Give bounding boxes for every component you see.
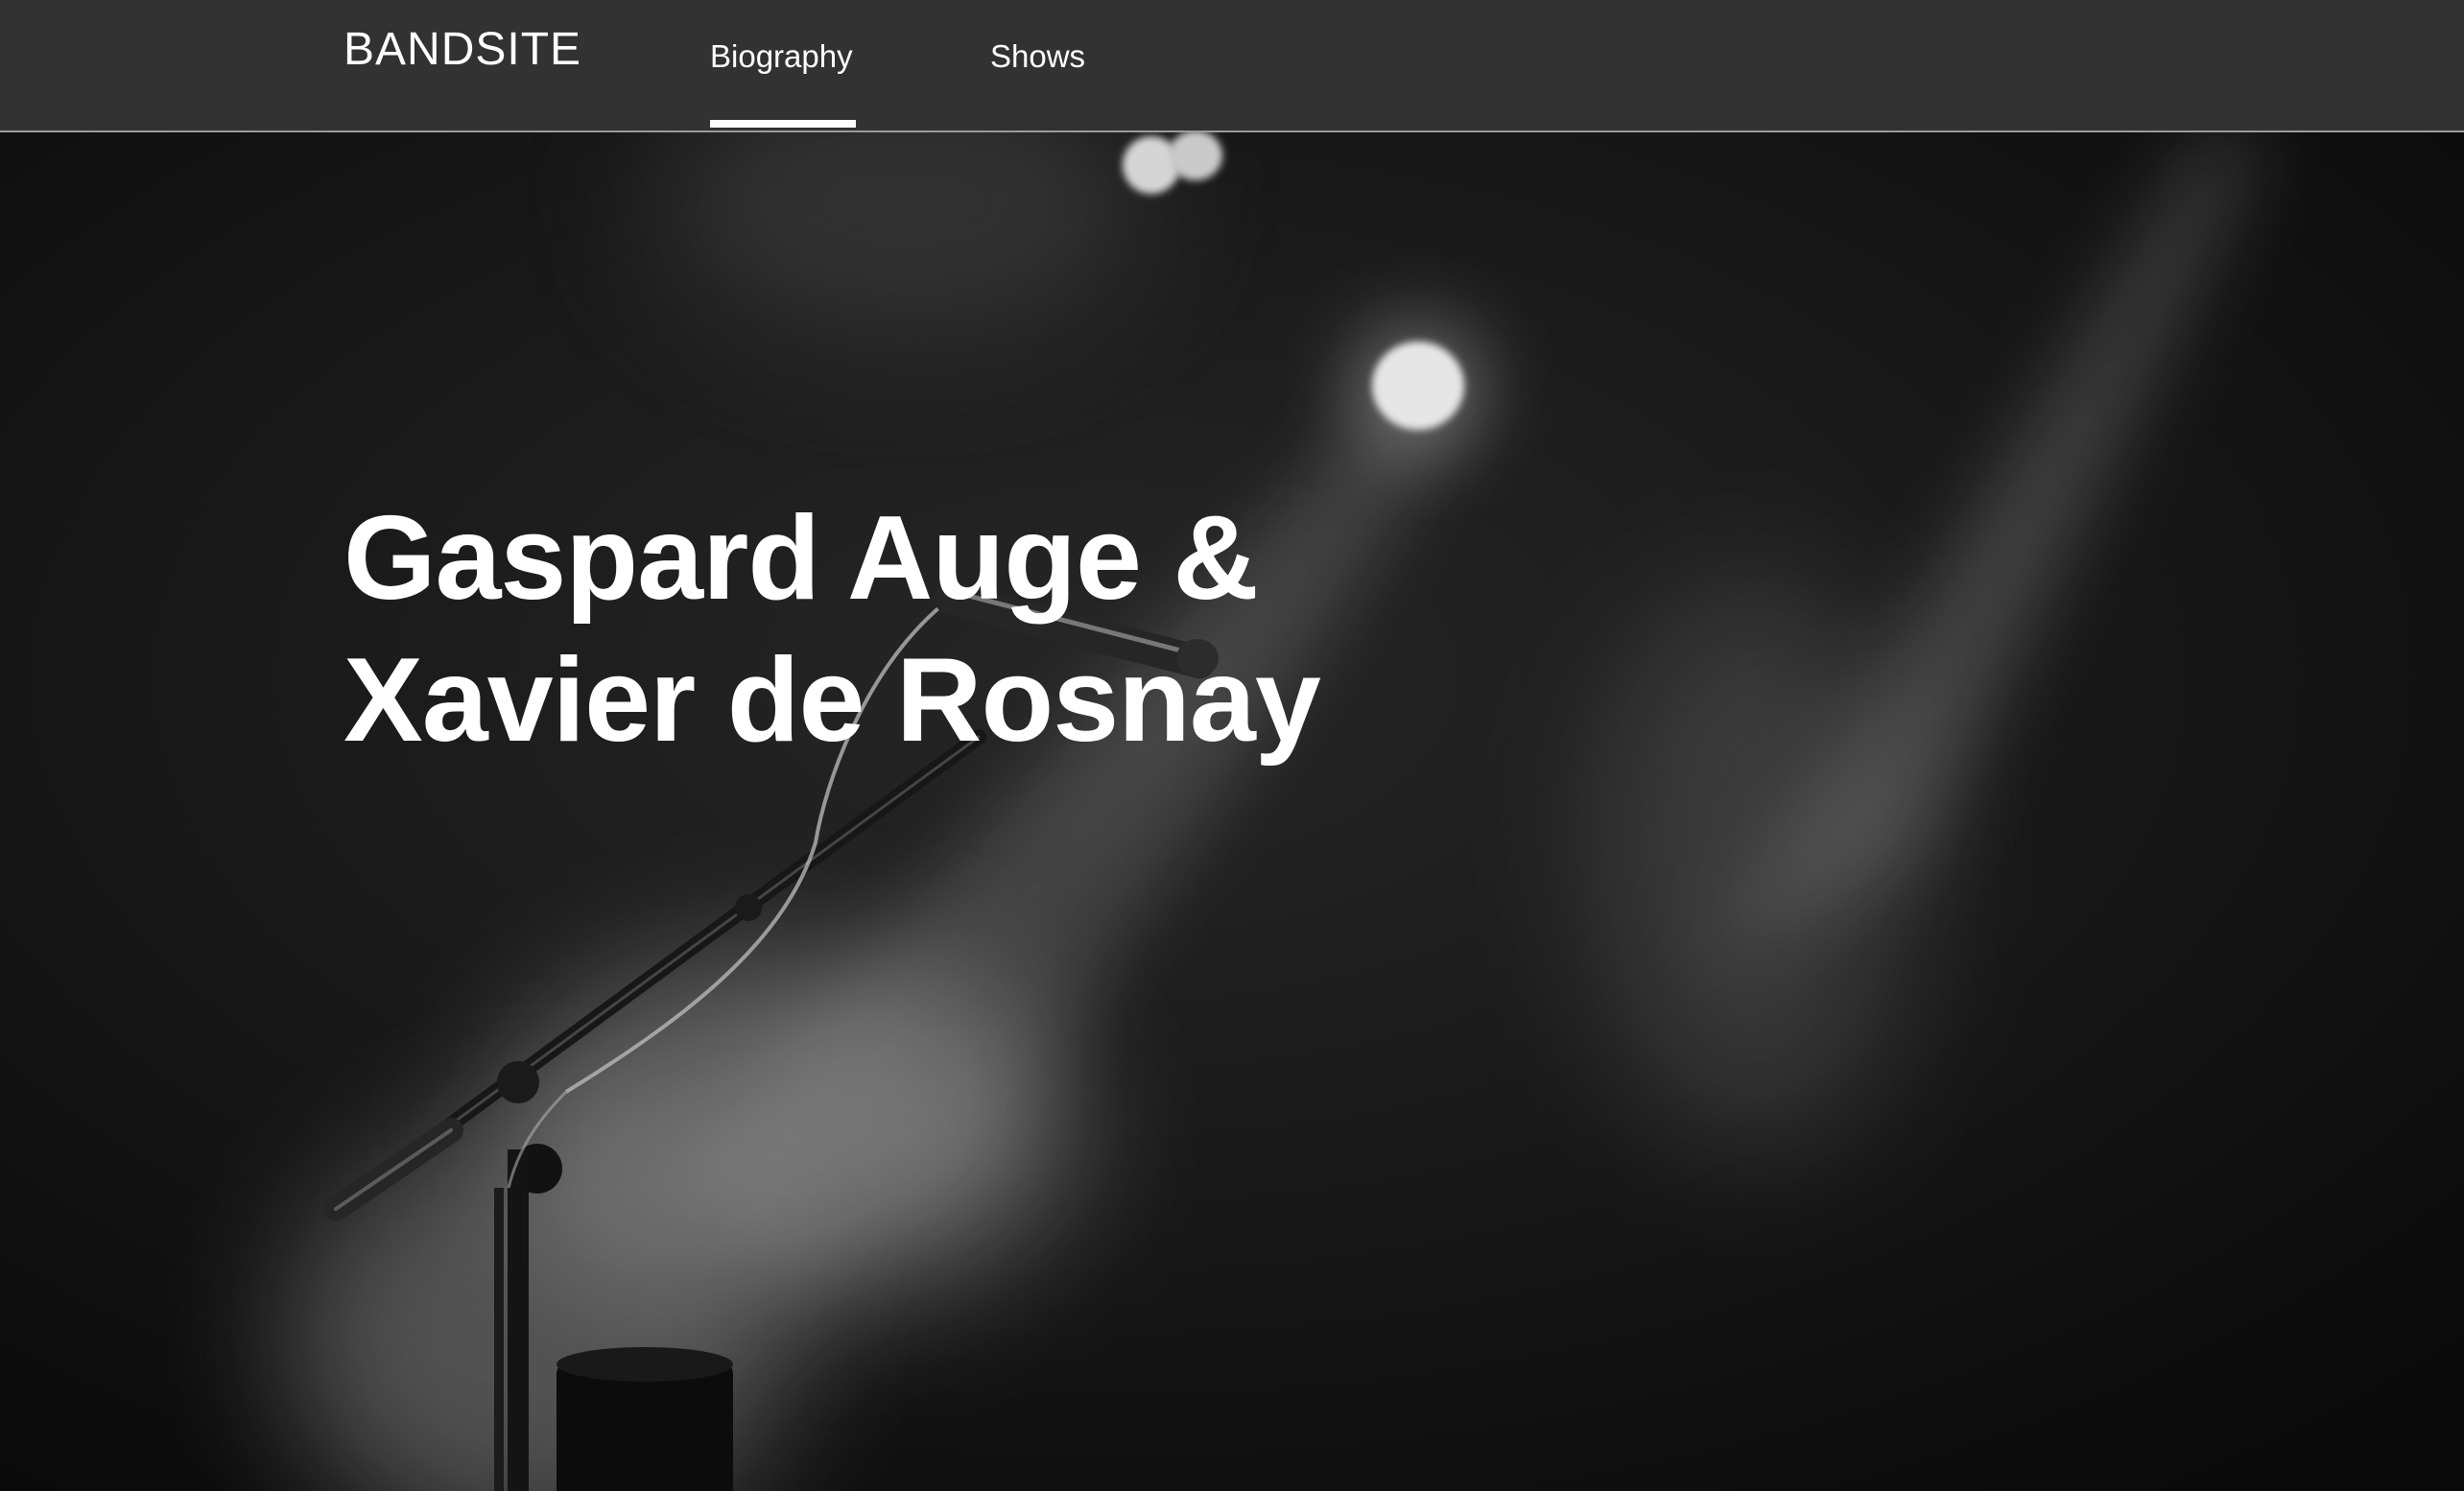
hero-overlay	[0, 132, 2464, 1491]
hero-title-line-2: Xavier de Rosnay	[344, 634, 1321, 767]
hero-background-image	[0, 132, 2464, 1491]
hero-section: Gaspard Auge & Xavier de Rosnay	[0, 132, 2464, 1491]
hero-title-line-1: Gaspard Auge &	[344, 492, 1259, 625]
site-logo[interactable]: BANDSITE	[344, 21, 581, 79]
nav-link-biography[interactable]: Biography	[710, 36, 853, 77]
site-header: BANDSITE Biography Shows	[0, 0, 2464, 132]
active-nav-indicator	[710, 120, 856, 128]
page: BANDSITE Biography Shows Gaspard Auge & …	[0, 0, 2464, 1491]
hero-title: Gaspard Auge & Xavier de Rosnay	[344, 487, 1321, 771]
nav-link-shows[interactable]: Shows	[990, 36, 1085, 77]
